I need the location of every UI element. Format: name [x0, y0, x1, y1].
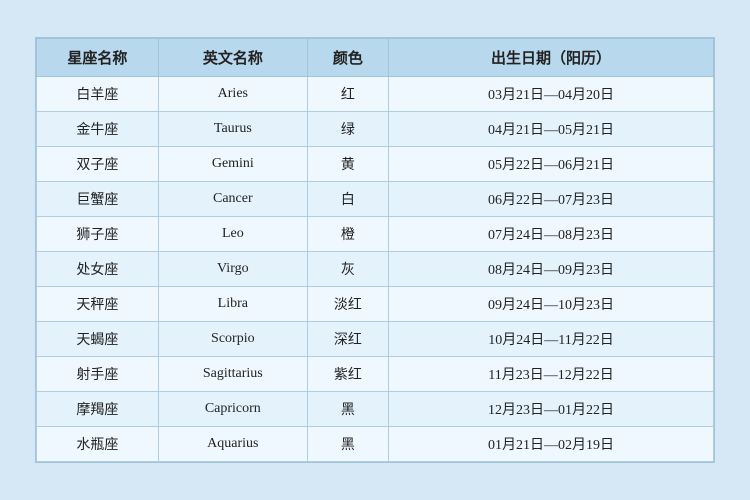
cell-date: 07月24日—08月23日 — [389, 217, 714, 252]
cell-english: Gemini — [158, 147, 307, 182]
cell-date: 12月23日—01月22日 — [389, 392, 714, 427]
cell-english: Aries — [158, 77, 307, 112]
table-body: 白羊座Aries红03月21日—04月20日金牛座Taurus绿04月21日—0… — [37, 77, 714, 462]
header-color: 颜色 — [307, 39, 388, 77]
cell-color: 黄 — [307, 147, 388, 182]
table-row: 摩羯座Capricorn黑12月23日—01月22日 — [37, 392, 714, 427]
cell-english: Capricorn — [158, 392, 307, 427]
cell-date: 05月22日—06月21日 — [389, 147, 714, 182]
zodiac-table: 星座名称 英文名称 颜色 出生日期（阳历） 白羊座Aries红03月21日—04… — [36, 38, 714, 462]
cell-color: 橙 — [307, 217, 388, 252]
header-english: 英文名称 — [158, 39, 307, 77]
table-row: 金牛座Taurus绿04月21日—05月21日 — [37, 112, 714, 147]
header-date: 出生日期（阳历） — [389, 39, 714, 77]
zodiac-table-container: 星座名称 英文名称 颜色 出生日期（阳历） 白羊座Aries红03月21日—04… — [35, 37, 715, 463]
cell-date: 10月24日—11月22日 — [389, 322, 714, 357]
cell-date: 06月22日—07月23日 — [389, 182, 714, 217]
table-row: 天秤座Libra淡红09月24日—10月23日 — [37, 287, 714, 322]
cell-color: 黑 — [307, 427, 388, 462]
cell-color: 黑 — [307, 392, 388, 427]
cell-date: 03月21日—04月20日 — [389, 77, 714, 112]
cell-date: 09月24日—10月23日 — [389, 287, 714, 322]
cell-english: Aquarius — [158, 427, 307, 462]
cell-chinese: 白羊座 — [37, 77, 159, 112]
cell-color: 深红 — [307, 322, 388, 357]
cell-english: Taurus — [158, 112, 307, 147]
cell-color: 淡红 — [307, 287, 388, 322]
cell-chinese: 水瓶座 — [37, 427, 159, 462]
cell-english: Scorpio — [158, 322, 307, 357]
cell-color: 灰 — [307, 252, 388, 287]
cell-english: Libra — [158, 287, 307, 322]
cell-english: Leo — [158, 217, 307, 252]
cell-date: 01月21日—02月19日 — [389, 427, 714, 462]
cell-english: Sagittarius — [158, 357, 307, 392]
cell-color: 绿 — [307, 112, 388, 147]
table-row: 白羊座Aries红03月21日—04月20日 — [37, 77, 714, 112]
table-row: 双子座Gemini黄05月22日—06月21日 — [37, 147, 714, 182]
table-row: 巨蟹座Cancer白06月22日—07月23日 — [37, 182, 714, 217]
cell-chinese: 天蝎座 — [37, 322, 159, 357]
cell-chinese: 摩羯座 — [37, 392, 159, 427]
cell-english: Virgo — [158, 252, 307, 287]
cell-chinese: 双子座 — [37, 147, 159, 182]
table-row: 处女座Virgo灰08月24日—09月23日 — [37, 252, 714, 287]
cell-chinese: 狮子座 — [37, 217, 159, 252]
table-row: 狮子座Leo橙07月24日—08月23日 — [37, 217, 714, 252]
cell-date: 11月23日—12月22日 — [389, 357, 714, 392]
cell-date: 08月24日—09月23日 — [389, 252, 714, 287]
cell-color: 白 — [307, 182, 388, 217]
cell-english: Cancer — [158, 182, 307, 217]
cell-chinese: 处女座 — [37, 252, 159, 287]
table-row: 水瓶座Aquarius黑01月21日—02月19日 — [37, 427, 714, 462]
cell-color: 紫红 — [307, 357, 388, 392]
header-chinese: 星座名称 — [37, 39, 159, 77]
table-header-row: 星座名称 英文名称 颜色 出生日期（阳历） — [37, 39, 714, 77]
cell-color: 红 — [307, 77, 388, 112]
cell-chinese: 金牛座 — [37, 112, 159, 147]
cell-chinese: 射手座 — [37, 357, 159, 392]
table-row: 天蝎座Scorpio深红10月24日—11月22日 — [37, 322, 714, 357]
cell-chinese: 天秤座 — [37, 287, 159, 322]
cell-date: 04月21日—05月21日 — [389, 112, 714, 147]
cell-chinese: 巨蟹座 — [37, 182, 159, 217]
table-row: 射手座Sagittarius紫红11月23日—12月22日 — [37, 357, 714, 392]
